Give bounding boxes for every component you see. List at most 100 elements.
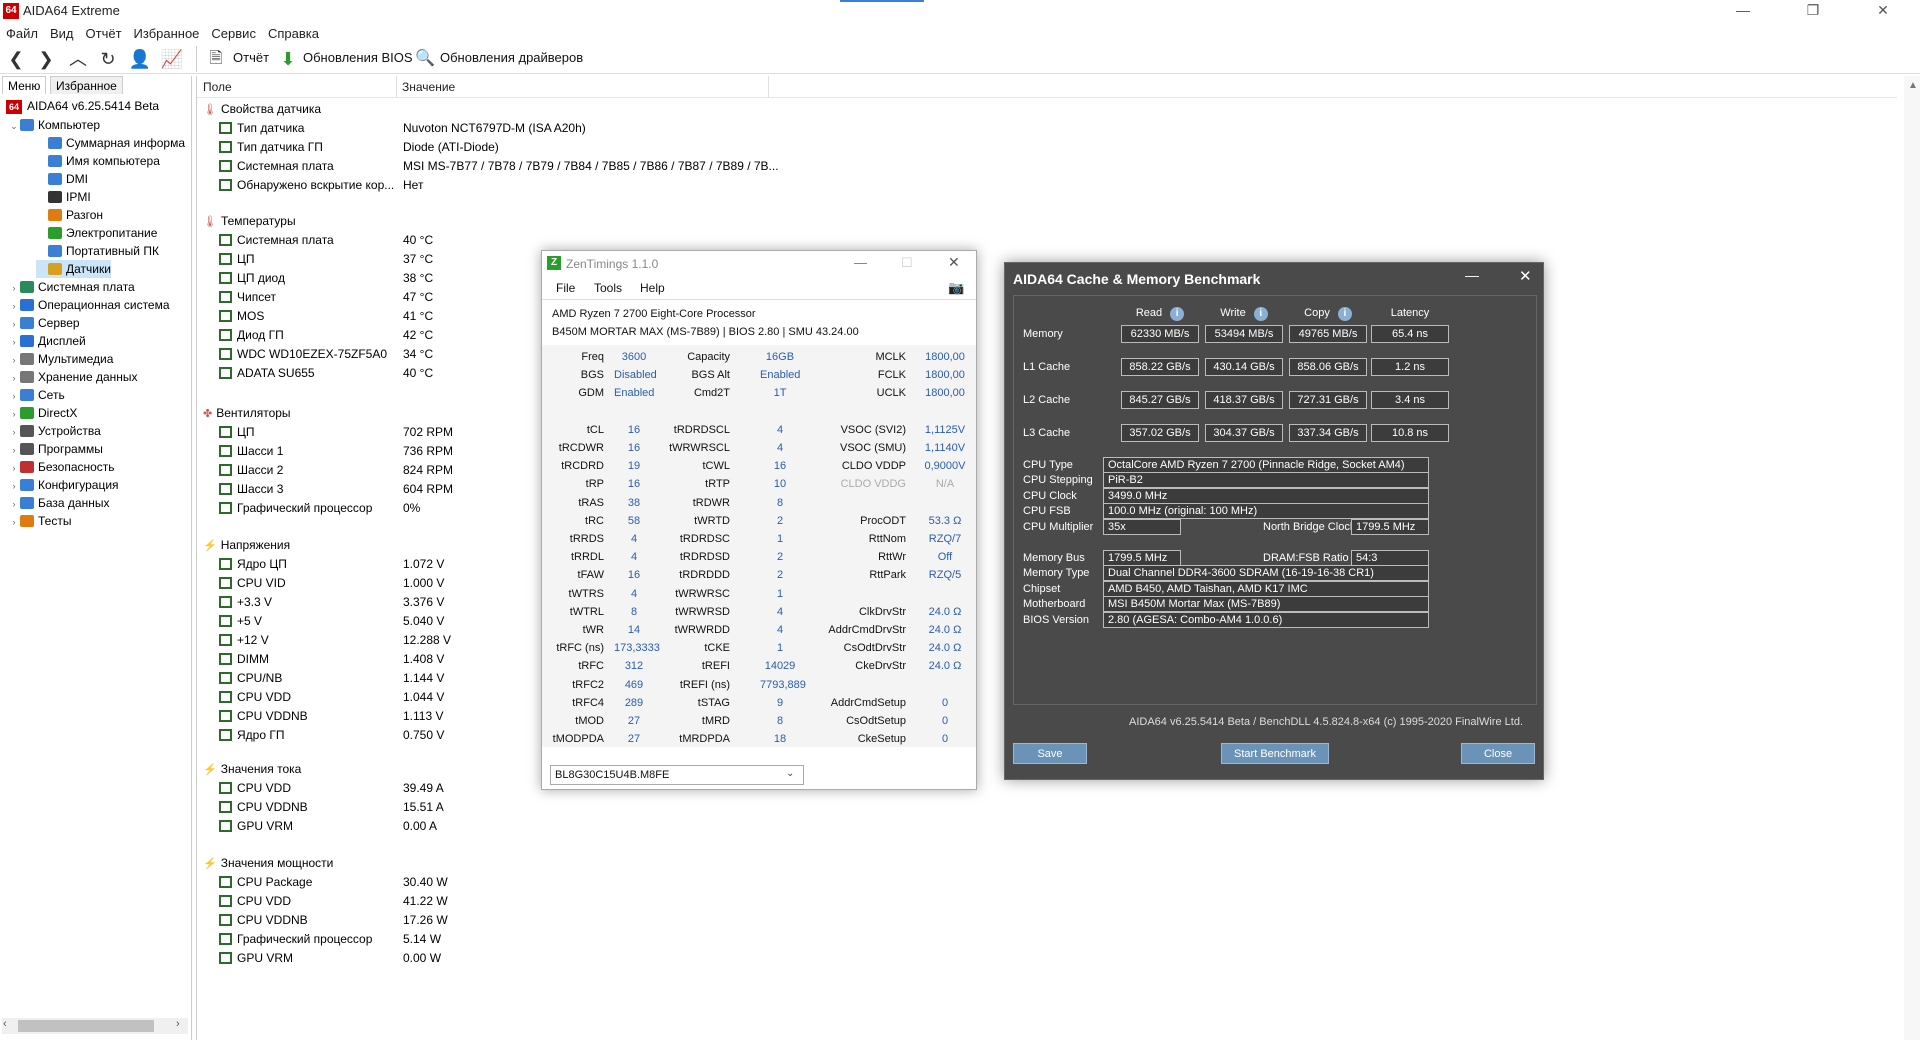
tree-item[interactable]: ⌄ Компьютер: [8, 116, 100, 134]
restore-icon[interactable]: ❐: [1790, 0, 1836, 22]
tree-item[interactable]: › Безопасность: [8, 458, 115, 476]
sensor-row[interactable]: Шасси 3: [219, 480, 283, 499]
expand-icon[interactable]: ›: [8, 279, 20, 297]
tree-item[interactable]: Имя компьютера: [36, 152, 160, 170]
tree-item[interactable]: Суммарная информа: [36, 134, 185, 152]
sensor-group-header[interactable]: 🌡 Температуры: [203, 212, 296, 230]
scroll-right-icon[interactable]: ›: [176, 1018, 180, 1030]
zen-menu-file[interactable]: File: [556, 281, 575, 295]
sensor-row[interactable]: ЦП: [219, 423, 255, 442]
user-icon[interactable]: 👤: [128, 47, 152, 71]
tree-item[interactable]: › Конфигурация: [8, 476, 119, 494]
sensor-row[interactable]: Системная плата: [219, 231, 334, 250]
refresh-icon[interactable]: ↻: [96, 47, 120, 71]
minimize-icon[interactable]: —: [1720, 0, 1766, 22]
sensor-row[interactable]: CPU VDD: [219, 779, 291, 798]
zen-menu-tools[interactable]: Tools: [594, 281, 622, 295]
tree-item[interactable]: DMI: [36, 170, 88, 188]
zen-menu-help[interactable]: Help: [640, 281, 665, 295]
expand-icon[interactable]: ⌄: [8, 117, 20, 135]
sensor-row[interactable]: Графический процессор: [219, 499, 372, 518]
sensor-row[interactable]: CPU VDD: [219, 688, 291, 707]
start-benchmark-button[interactable]: Start Benchmark: [1221, 743, 1329, 764]
sensor-row[interactable]: +12 V: [219, 631, 269, 650]
sensor-row[interactable]: ЦП диод: [219, 269, 285, 288]
sensor-row[interactable]: Тип датчика: [219, 119, 304, 138]
sensor-row[interactable]: Графический процессор: [219, 930, 372, 949]
camera-icon[interactable]: 📷: [948, 280, 964, 296]
sensor-row[interactable]: CPU VID: [219, 574, 286, 593]
scroll-up-icon[interactable]: ▲: [1908, 80, 1918, 91]
bench-close-icon[interactable]: ✕: [1519, 267, 1532, 285]
sensor-row[interactable]: WDC WD10EZEX-75ZF5A0: [219, 345, 387, 364]
sensor-row[interactable]: Шасси 1: [219, 442, 283, 461]
sensor-row[interactable]: Ядро ГП: [219, 726, 284, 745]
menu-item-4[interactable]: Сервис: [205, 24, 262, 44]
expand-icon[interactable]: ›: [8, 405, 20, 423]
expand-icon[interactable]: ›: [8, 441, 20, 459]
report-icon[interactable]: 🗎: [204, 47, 228, 71]
expand-icon[interactable]: ›: [8, 423, 20, 441]
tree-root-label[interactable]: AIDA64 v6.25.5414 Beta: [27, 99, 159, 113]
up-icon[interactable]: ︿: [66, 47, 90, 71]
info-icon[interactable]: i: [1253, 307, 1268, 321]
menu-item-5[interactable]: Справка: [262, 24, 325, 44]
save-button[interactable]: Save: [1013, 743, 1087, 764]
tree-item[interactable]: › База данных: [8, 494, 110, 513]
sensor-row[interactable]: MOS: [219, 307, 264, 326]
value-column-header[interactable]: Значение: [402, 80, 455, 94]
bios-update-button[interactable]: Обновления BIOS: [303, 50, 413, 65]
tree-item[interactable]: Электропитание: [36, 224, 157, 242]
sensor-row[interactable]: CPU Package: [219, 873, 312, 892]
chevron-down-icon[interactable]: ⌄: [786, 768, 794, 779]
forward-icon[interactable]: ❯: [34, 47, 58, 71]
sensor-group-header[interactable]: ⚡ Значения мощности: [203, 854, 333, 872]
expand-icon[interactable]: ›: [8, 459, 20, 477]
expand-icon[interactable]: ›: [8, 387, 20, 405]
sensor-row[interactable]: ЦП: [219, 250, 255, 269]
sensor-row[interactable]: +5 V: [219, 612, 262, 631]
back-icon[interactable]: ❮: [4, 47, 28, 71]
sensor-row[interactable]: CPU VDDNB: [219, 911, 308, 930]
zen-maximize-icon[interactable]: ☐: [901, 255, 913, 271]
tree-item[interactable]: Портативный ПК: [36, 242, 159, 260]
sensor-row[interactable]: Диод ГП: [219, 326, 284, 345]
sensor-row[interactable]: CPU VDDNB: [219, 707, 308, 726]
bios-update-icon[interactable]: ⬇: [276, 47, 300, 71]
sensor-group-header[interactable]: 🌡 Свойства датчика: [203, 100, 321, 118]
sensor-group-header[interactable]: ⚡ Напряжения: [203, 536, 290, 554]
sensor-row[interactable]: Тип датчика ГП: [219, 138, 323, 157]
menu-item-1[interactable]: Вид: [44, 24, 80, 44]
menu-item-3[interactable]: Избранное: [128, 24, 206, 44]
tree-item[interactable]: Разгон: [36, 206, 103, 224]
close-button[interactable]: Close: [1461, 743, 1535, 764]
tree-item[interactable]: › Операционная система: [8, 296, 170, 314]
sensor-group-header[interactable]: ✤ Вентиляторы: [203, 404, 291, 422]
zen-minimize-icon[interactable]: —: [854, 255, 867, 270]
scroll-left-icon[interactable]: ‹: [3, 1018, 7, 1030]
tree-item[interactable]: › Сеть: [8, 386, 65, 404]
tree-item[interactable]: › Мультимедиа: [8, 350, 114, 369]
tree-item[interactable]: › Сервер: [8, 314, 80, 332]
expand-icon[interactable]: ›: [8, 495, 20, 513]
expand-icon[interactable]: ›: [8, 351, 20, 369]
expand-icon[interactable]: ›: [8, 477, 20, 495]
sensor-row[interactable]: CPU VDD: [219, 892, 291, 911]
search-icon[interactable]: 🔍: [413, 47, 437, 71]
menu-item-0[interactable]: Файл: [0, 24, 44, 44]
field-column-header[interactable]: Поле: [203, 80, 232, 94]
tree-item[interactable]: Датчики: [36, 260, 111, 278]
sensor-row[interactable]: Системная плата: [219, 157, 334, 176]
close-icon[interactable]: ✕: [1860, 0, 1906, 22]
tree-item[interactable]: › Устройства: [8, 422, 101, 440]
info-icon[interactable]: i: [1337, 307, 1352, 321]
info-icon[interactable]: i: [1170, 307, 1185, 321]
driver-update-button[interactable]: Обновления драйверов: [440, 50, 583, 65]
expand-icon[interactable]: ›: [8, 369, 20, 387]
report-button[interactable]: Отчёт: [233, 50, 269, 65]
chart-icon[interactable]: 📈: [160, 47, 184, 71]
expand-icon[interactable]: ›: [8, 297, 20, 315]
expand-icon[interactable]: ›: [8, 513, 20, 531]
tree-item[interactable]: › Программы: [8, 440, 103, 458]
sensor-row[interactable]: DIMM: [219, 650, 269, 669]
